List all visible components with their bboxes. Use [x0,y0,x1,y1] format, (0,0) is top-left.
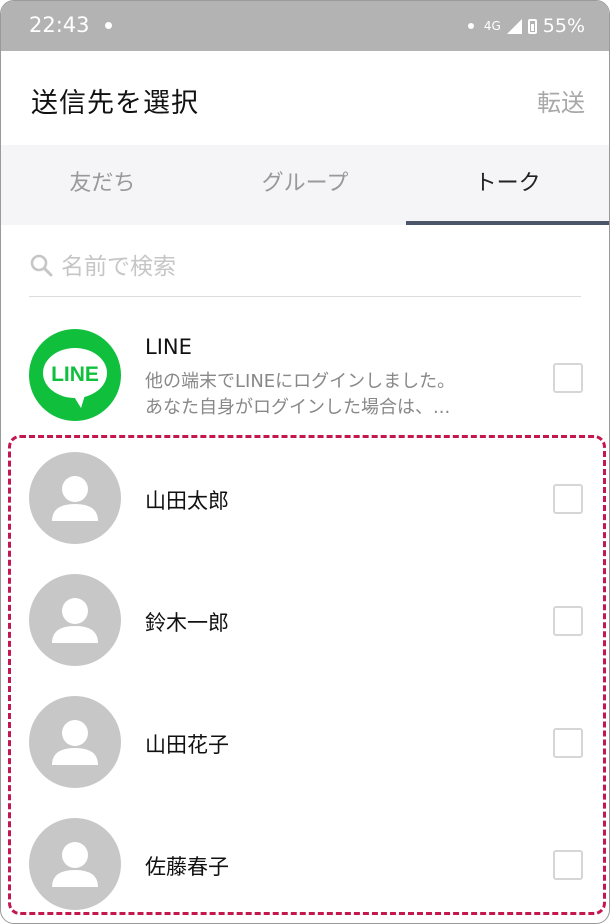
battery-icon [527,18,537,34]
select-checkbox[interactable] [553,606,583,636]
chat-name: 佐藤春子 [145,855,229,879]
chat-name: LINE [145,335,192,359]
default-user-icon [29,818,121,910]
network-type: 4G [483,19,501,33]
tab-groups[interactable]: グループ [204,145,407,225]
tab-chats[interactable]: トーク [406,145,609,225]
chat-name: 鈴木一郎 [145,611,229,635]
default-user-icon [29,696,121,788]
chat-preview: 他の端末でLINEにログインしました。 あなた自身がログインした場合は、... [145,369,455,421]
tab-bar: 友だち グループ トーク [1,145,609,225]
page-title: 送信先を選択 [31,88,199,119]
tab-friends[interactable]: 友だち [1,145,204,225]
chat-item[interactable]: 佐藤春子 [1,804,609,923]
chat-name: 山田花子 [145,733,229,757]
select-checkbox[interactable] [553,850,583,880]
search-input[interactable] [61,245,571,289]
status-dot-icon [467,23,474,29]
chat-item[interactable]: 山田太郎 [1,438,609,560]
line-logo-text: LINE [51,363,99,386]
search-bar [29,237,581,297]
chat-name: 山田太郎 [145,489,229,513]
select-checkbox[interactable] [553,484,583,514]
signal-icon [506,18,522,34]
chat-preview-line: 他の端末でLINEにログインしました。 [145,371,456,392]
chat-preview-line: あなた自身がログインした場合は、... [145,397,451,418]
line-logo-icon: LINE [29,329,121,421]
app-header: 送信先を選択 転送 [1,51,609,145]
select-checkbox[interactable] [553,728,583,758]
notification-dot-icon [105,22,112,29]
phone-frame: 22:43 4G 55% 送信先を選択 転送 友だち グループ トーク L [0,0,610,924]
battery-level: 55% [542,15,585,37]
forward-button[interactable]: 転送 [537,83,585,118]
chat-item[interactable]: 鈴木一郎 [1,560,609,682]
select-checkbox[interactable] [553,363,583,393]
default-user-icon [29,574,121,666]
default-user-icon [29,452,121,544]
search-icon [30,254,53,277]
chat-item-line[interactable]: LINE LINE 他の端末でLINEにログインしました。 あなた自身がログイン… [1,311,609,433]
chat-item[interactable]: 山田花子 [1,682,609,804]
status-indicators: 4G 55% [467,13,585,39]
status-bar: 22:43 4G 55% [1,1,609,51]
status-time: 22:43 [29,13,90,37]
